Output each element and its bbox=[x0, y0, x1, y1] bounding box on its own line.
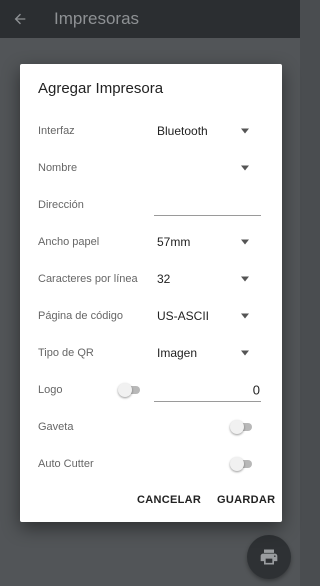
page-title: Impresoras bbox=[54, 9, 140, 28]
pagina-codigo-label: Página de código bbox=[38, 310, 124, 322]
chevron-down-icon[interactable] bbox=[241, 128, 249, 134]
tipo-qr-label: Tipo de QR bbox=[38, 347, 94, 359]
caracteres-label: Caracteres por línea bbox=[38, 273, 138, 285]
ancho-papel-label: Ancho papel bbox=[38, 236, 100, 248]
interfaz-row[interactable]: Interfaz Bluetooth bbox=[20, 116, 282, 146]
direccion-label: Dirección bbox=[38, 199, 84, 211]
logo-row: Logo 0 bbox=[20, 375, 282, 405]
chevron-down-icon[interactable] bbox=[241, 239, 249, 245]
arrow-back-icon[interactable] bbox=[12, 11, 28, 27]
direccion-row: Dirección bbox=[20, 190, 282, 220]
nombre-row[interactable]: Nombre bbox=[20, 153, 282, 183]
logo-value-underline[interactable] bbox=[154, 401, 261, 402]
toggle-thumb bbox=[230, 457, 244, 471]
caracteres-select[interactable]: 32 bbox=[157, 272, 170, 286]
logo-label: Logo bbox=[38, 384, 63, 396]
chevron-down-icon[interactable] bbox=[241, 165, 249, 171]
dialog-actions: CANCELAR GUARDAR bbox=[20, 494, 282, 514]
logo-toggle[interactable] bbox=[118, 383, 142, 397]
chevron-down-icon[interactable] bbox=[241, 276, 249, 282]
printer-icon bbox=[260, 549, 278, 565]
caracteres-row[interactable]: Caracteres por línea 32 bbox=[20, 264, 282, 294]
tipo-qr-row[interactable]: Tipo de QR Imagen bbox=[20, 338, 282, 368]
print-fab-button[interactable] bbox=[247, 535, 291, 579]
chevron-down-icon[interactable] bbox=[241, 350, 249, 356]
gaveta-toggle[interactable] bbox=[230, 420, 254, 434]
logo-value-input[interactable]: 0 bbox=[253, 383, 260, 398]
gaveta-row: Gaveta bbox=[20, 412, 282, 442]
auto-cutter-label: Auto Cutter bbox=[38, 458, 94, 470]
interfaz-select[interactable]: Bluetooth bbox=[157, 124, 208, 138]
interfaz-label: Interfaz bbox=[38, 125, 75, 137]
toggle-thumb bbox=[118, 383, 132, 397]
gaveta-label: Gaveta bbox=[38, 421, 74, 433]
cancel-button[interactable]: CANCELAR bbox=[137, 494, 201, 506]
ancho-papel-row[interactable]: Ancho papel 57mm bbox=[20, 227, 282, 257]
toggle-thumb bbox=[230, 420, 244, 434]
pagina-codigo-select[interactable]: US-ASCII bbox=[157, 309, 209, 323]
tipo-qr-select[interactable]: Imagen bbox=[157, 346, 197, 360]
pagina-codigo-row[interactable]: Página de código US-ASCII bbox=[20, 301, 282, 331]
ancho-papel-select[interactable]: 57mm bbox=[157, 235, 190, 249]
dialog-title: Agregar Impresora bbox=[38, 80, 164, 97]
auto-cutter-toggle[interactable] bbox=[230, 457, 254, 471]
direccion-underline[interactable] bbox=[154, 215, 261, 216]
save-button[interactable]: GUARDAR bbox=[217, 494, 275, 506]
auto-cutter-row: Auto Cutter bbox=[20, 449, 282, 479]
nombre-label: Nombre bbox=[38, 162, 78, 174]
app-bar: Impresoras bbox=[0, 0, 300, 38]
chevron-down-icon[interactable] bbox=[241, 313, 249, 319]
add-printer-dialog: Agregar Impresora Interfaz Bluetooth Nom… bbox=[20, 64, 282, 522]
